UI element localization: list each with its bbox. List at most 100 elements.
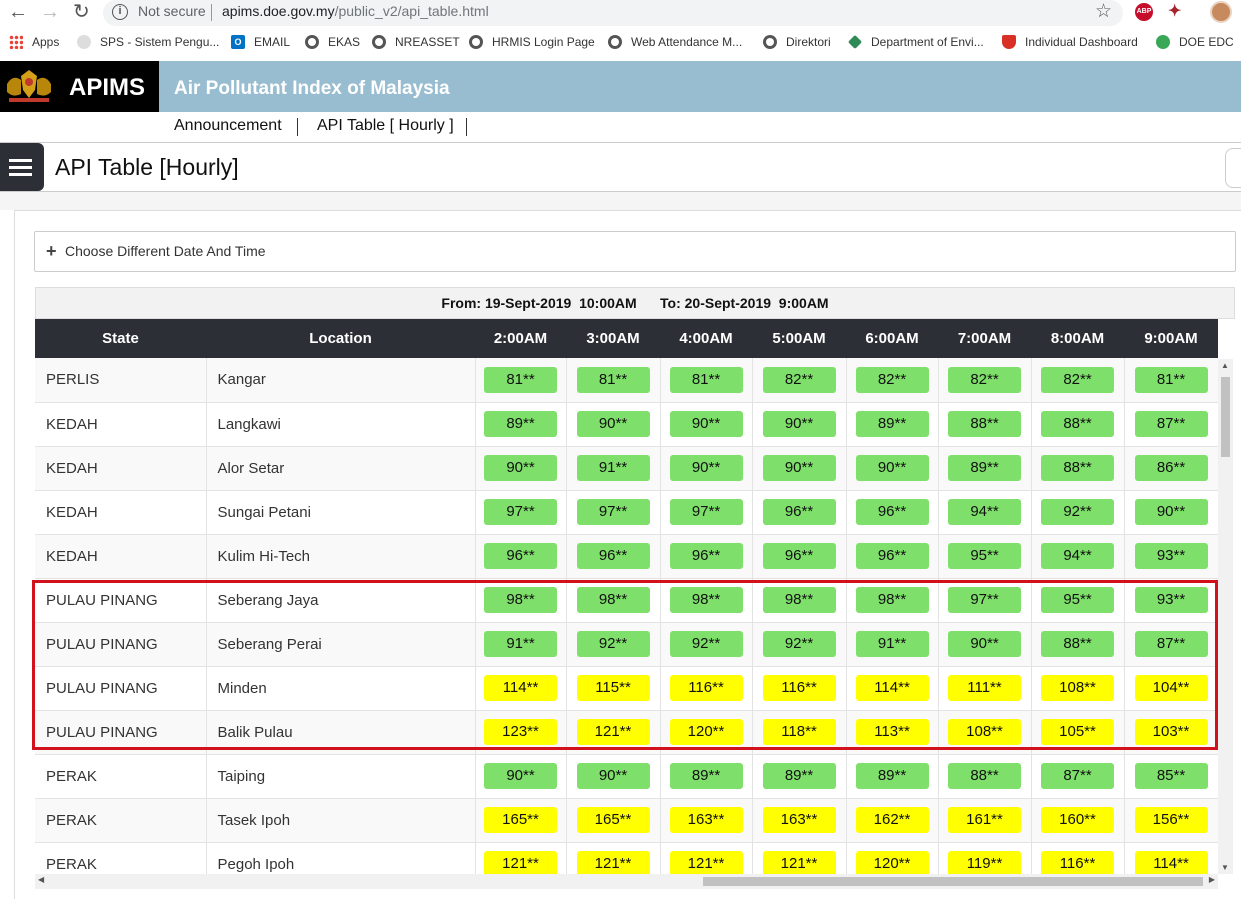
column-header[interactable]: 6:00AM: [846, 319, 938, 358]
bookmark-label: NREASSET: [395, 35, 460, 49]
bookmark-web-attendance[interactable]: Web Attendance M...: [608, 35, 742, 49]
forward-arrow-icon[interactable]: →: [40, 1, 60, 23]
vertical-scroll-thumb[interactable]: [1221, 377, 1230, 457]
side-panel-tab[interactable]: [1225, 148, 1241, 188]
bookmark-star-icon[interactable]: ☆: [1095, 0, 1112, 23]
back-arrow-icon[interactable]: ←: [8, 1, 28, 23]
api-value-cell: 116**: [752, 666, 847, 711]
bookmark-email[interactable]: O EMAIL: [231, 35, 290, 49]
api-badge: 104**: [1134, 675, 1208, 701]
api-value-cell: 90**: [1124, 490, 1218, 535]
state-cell: PERAK: [35, 842, 207, 876]
api-badge: 165**: [484, 807, 557, 833]
reload-icon[interactable]: ↻: [73, 1, 90, 23]
api-badge: 121**: [484, 851, 557, 876]
scroll-down-icon[interactable]: ▼: [1221, 863, 1229, 872]
api-badge: 93**: [1134, 587, 1208, 613]
api-badge: 121**: [576, 851, 650, 876]
menu-divider: [297, 118, 298, 136]
hamburger-menu-button[interactable]: [0, 143, 44, 191]
api-value-cell: 82**: [752, 358, 847, 403]
api-value-cell: 118**: [752, 710, 847, 755]
acrobat-extension-icon[interactable]: ✦: [1168, 3, 1184, 21]
bookmark-ekas[interactable]: EKAS: [305, 35, 360, 49]
state-cell: PERAK: [35, 798, 207, 843]
profile-avatar[interactable]: [1210, 1, 1232, 23]
vertical-scrollbar[interactable]: ▲ ▼: [1218, 359, 1233, 874]
page-title: API Table [Hourly]: [55, 154, 239, 180]
menu-api-table-hourly[interactable]: API Table [ Hourly ]: [317, 117, 454, 135]
info-icon[interactable]: i: [112, 4, 128, 20]
api-value-cell: 121**: [566, 710, 661, 755]
api-value-cell: 89**: [475, 402, 567, 447]
api-value-cell: 91**: [846, 622, 939, 667]
column-header[interactable]: State: [35, 319, 206, 358]
bookmark-doe[interactable]: Department of Envi...: [847, 34, 984, 50]
globe-icon: [469, 35, 483, 49]
api-badge: 120**: [669, 719, 743, 745]
coat-of-arms-icon: [7, 70, 51, 102]
api-value-cell: 90**: [752, 402, 847, 447]
api-badge: 114**: [1134, 851, 1208, 876]
column-header[interactable]: 4:00AM: [660, 319, 752, 358]
bookmark-sps[interactable]: SPS - Sistem Pengu...: [77, 35, 219, 49]
api-badge: 87**: [1134, 631, 1208, 657]
hamburger-line: [9, 166, 32, 169]
column-header[interactable]: 7:00AM: [938, 319, 1031, 358]
table-row: PULAU PINANG Minden 114** 115** 116** 116** 11…: [35, 666, 1218, 711]
bookmark-hrmis[interactable]: HRMIS Login Page: [469, 35, 595, 49]
menu-announcement[interactable]: Announcement: [174, 117, 282, 135]
location-cell: Seberang Jaya: [206, 578, 476, 623]
table-row: PULAU PINANG Seberang Perai 91** 92** 92** 92…: [35, 622, 1218, 667]
api-badge: 120**: [855, 851, 929, 876]
globe-icon: [608, 35, 622, 49]
table-row: PULAU PINANG Seberang Jaya 98** 98** 98** 98*…: [35, 578, 1218, 623]
adblock-extension-icon[interactable]: ABP: [1135, 3, 1153, 21]
date-time-toggle[interactable]: + Choose Different Date And Time: [34, 231, 1236, 272]
api-badge: 96**: [855, 499, 929, 525]
column-header[interactable]: 3:00AM: [566, 319, 660, 358]
api-badge: 98**: [669, 587, 743, 613]
scroll-left-icon[interactable]: ◀: [38, 875, 44, 884]
bookmark-direktori[interactable]: Direktori: [763, 35, 831, 49]
api-badge: 118**: [762, 719, 836, 745]
doe-logo-icon: [1156, 35, 1170, 49]
bookmark-label: EKAS: [328, 35, 361, 49]
table-row: KEDAH Langkawi 89** 90** 90** 90** 89** 88** 88*…: [35, 402, 1218, 447]
location-cell: Tasek Ipoh: [206, 798, 476, 843]
bookmark-individual-dashboard[interactable]: Individual Dashboard: [1002, 35, 1138, 49]
column-header[interactable]: 8:00AM: [1031, 319, 1124, 358]
bookmark-doe-edc[interactable]: DOE EDC: [1156, 35, 1234, 49]
api-badge: 96**: [576, 543, 650, 569]
scroll-up-icon[interactable]: ▲: [1221, 361, 1229, 370]
api-value-cell: 98**: [660, 578, 753, 623]
table-row: PULAU PINANG Balik Pulau 123** 121** 120** 11…: [35, 710, 1218, 755]
api-value-cell: 97**: [938, 578, 1032, 623]
api-value-cell: 97**: [566, 490, 661, 535]
api-value-cell: 114**: [1124, 842, 1218, 876]
api-value-cell: 121**: [752, 842, 847, 876]
api-badge: 94**: [1041, 543, 1114, 569]
api-value-cell: 92**: [566, 622, 661, 667]
scroll-right-icon[interactable]: ▶: [1209, 875, 1215, 884]
bookmark-apps[interactable]: Apps: [9, 35, 59, 49]
api-table-container: State Location 2:00AM 3:00AM 4:00AM 5:00…: [35, 319, 1218, 876]
brand-block[interactable]: APIMS: [0, 61, 159, 112]
url-text[interactable]: apims.doe.gov.my/public_v2/api_table.htm…: [222, 3, 489, 19]
api-value-cell: 163**: [752, 798, 847, 843]
column-header[interactable]: 2:00AM: [475, 319, 566, 358]
api-badge: 87**: [1041, 763, 1114, 789]
api-badge: 81**: [484, 366, 557, 393]
api-badge: 96**: [762, 543, 836, 569]
column-header[interactable]: 9:00AM: [1124, 319, 1218, 358]
horizontal-scrollbar[interactable]: ◀ ▶: [35, 874, 1218, 889]
column-header[interactable]: Location: [206, 319, 475, 358]
date-range-row: From: 19-Sept-2019 10:00AM To: 20-Sept-2…: [35, 287, 1235, 319]
api-badge: 87**: [1134, 411, 1208, 437]
horizontal-scroll-thumb[interactable]: [703, 877, 1203, 886]
api-badge: 115**: [576, 675, 650, 701]
security-label: Not secure: [138, 3, 206, 19]
column-header[interactable]: 5:00AM: [752, 319, 846, 358]
bookmark-nreasset[interactable]: NREASSET: [372, 35, 460, 49]
top-menu: Announcement API Table [ Hourly ]: [0, 112, 1241, 142]
